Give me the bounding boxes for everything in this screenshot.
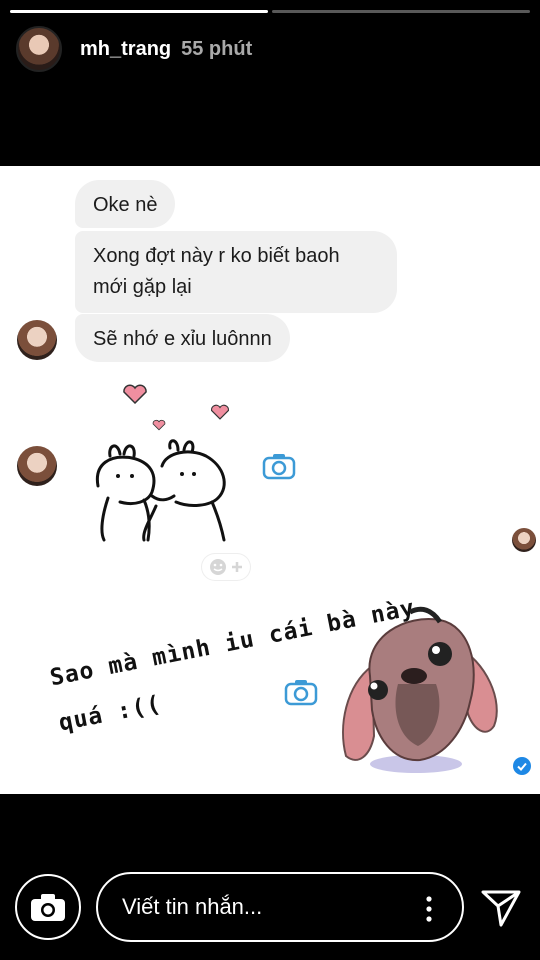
- progress-segment-1: [10, 10, 268, 13]
- timestamp: 55 phút: [181, 37, 253, 60]
- camera-icon[interactable]: [284, 678, 318, 706]
- message-text: Xong đợt này r ko biết baoh: [93, 245, 340, 267]
- message-text: mới gặp lại: [93, 276, 192, 298]
- smiley-plus-icon: [210, 559, 242, 575]
- heart-icon: [152, 419, 166, 431]
- add-reaction-button[interactable]: [202, 554, 250, 580]
- camera-icon[interactable]: [262, 452, 296, 480]
- seen-check-icon: [513, 757, 531, 775]
- message-bubble: Sẽ nhớ e xỉu luônnn: [75, 314, 290, 362]
- heart-icon: [123, 384, 147, 404]
- avatar[interactable]: [16, 26, 62, 72]
- camera-button[interactable]: [15, 874, 81, 940]
- message-bubble: Oke nè: [75, 180, 176, 228]
- message-text: Sẽ nhớ e xỉu luônnn: [93, 328, 272, 350]
- more-vertical-icon[interactable]: [426, 896, 432, 922]
- heart-icon: [210, 404, 230, 420]
- dog-sticker-icon: [342, 606, 498, 773]
- avatar: [512, 528, 536, 552]
- send-icon[interactable]: [480, 888, 522, 928]
- message-composer: [96, 872, 464, 942]
- message-text: Oke nè: [93, 194, 158, 216]
- rabbit-sticker-icon: [95, 439, 226, 542]
- reply-input[interactable]: [120, 893, 394, 921]
- username[interactable]: mh_trang: [80, 38, 171, 61]
- story-header: mh_trang 55 phút: [16, 26, 252, 72]
- camera-icon: [31, 894, 65, 921]
- story-progress: [10, 10, 530, 13]
- avatar: [17, 446, 57, 486]
- avatar: [17, 320, 57, 360]
- message-bubble: Xong đợt này r ko biết baoh mới gặp lại: [75, 231, 397, 313]
- shared-screenshot: Oke nè Xong đợt này r ko biết baoh mới g…: [0, 166, 540, 794]
- progress-segment-2: [272, 10, 530, 13]
